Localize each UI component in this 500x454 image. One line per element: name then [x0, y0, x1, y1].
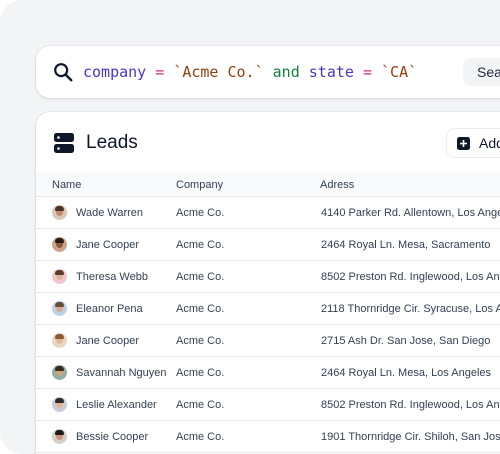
query-string-token: `Acme Co.`: [173, 63, 264, 81]
lead-company: Acme Co.: [176, 303, 225, 315]
page-title: Leads: [86, 132, 138, 153]
search-button[interactable]: Search: [463, 58, 500, 86]
avatar: [52, 429, 67, 444]
lead-address: 8502 Preston Rd. Inglewood, Los Angeles: [321, 399, 500, 411]
table-row[interactable]: Jane Cooper Acme Co. 2715 Ash Dr. San Jose…: [36, 325, 500, 357]
table-row[interactable]: Leslie Alexander Acme Co. 8502 Preston Rd.…: [36, 389, 500, 421]
database-icon: [54, 133, 74, 153]
table-row[interactable]: Wade Warren Acme Co. 4140 Parker Rd. Allen…: [36, 197, 500, 229]
avatar: [52, 333, 67, 348]
avatar-hair: [55, 270, 64, 275]
query-space: [354, 63, 363, 81]
table-row[interactable]: Eleanor Pena Acme Co. 2118 Thornridge Cir.…: [36, 293, 500, 325]
avatar: [52, 237, 67, 252]
lead-name: Leslie Alexander: [76, 399, 157, 411]
lead-address: 1901 Thornridge Cir. Shiloh, San Jose: [321, 431, 500, 443]
lead-address: 2464 Royal Ln. Mesa, Los Angeles: [321, 367, 492, 379]
query-search-bar[interactable]: company = `Acme Co.` and state = `CA` Se…: [36, 46, 500, 98]
add-button-label: Add: [479, 135, 500, 151]
query-field-token: company: [83, 63, 147, 81]
plus-square-icon: [457, 137, 470, 150]
query-input[interactable]: company = `Acme Co.` and state = `CA`: [83, 62, 417, 82]
lead-address: 2715 Ash Dr. San Jose, San Diego: [321, 335, 491, 347]
query-string-token: `CA`: [381, 63, 418, 81]
avatar-hair: [55, 238, 64, 243]
avatar-hair: [55, 334, 64, 339]
query-space: [372, 63, 381, 81]
lead-company: Acme Co.: [176, 239, 225, 251]
query-space: [300, 63, 309, 81]
table-header: Name Company Adress: [36, 172, 500, 197]
avatar-hair: [55, 398, 64, 403]
lead-company: Acme Co.: [176, 431, 225, 443]
lead-name: Eleanor Pena: [76, 303, 143, 315]
table-row[interactable]: Bessie Cooper Acme Co. 1901 Thornridge Cir…: [36, 421, 500, 453]
lead-company: Acme Co.: [176, 335, 225, 347]
lead-name: Jane Cooper: [76, 239, 139, 251]
column-header-company[interactable]: Company: [176, 178, 223, 192]
avatar: [52, 301, 67, 316]
query-operator-token: =: [155, 63, 165, 81]
query-keyword-token: and: [272, 63, 300, 81]
query-space: [146, 63, 155, 81]
query-field-token: state: [308, 63, 354, 81]
avatar: [52, 269, 67, 284]
lead-address: 2118 Thornridge Cir. Syracuse, Los Angel…: [321, 303, 500, 315]
lead-company: Acme Co.: [176, 271, 225, 283]
lead-address: 8502 Preston Rd. Inglewood, Los Angeles: [321, 271, 500, 283]
query-operator-token: =: [362, 63, 372, 81]
lead-address: 2464 Royal Ln. Mesa, Sacramento: [321, 239, 491, 251]
lead-name: Wade Warren: [76, 207, 144, 219]
table-row[interactable]: Savannah Nguyen Acme Co. 2464 Royal Ln. Me…: [36, 357, 500, 389]
leads-header: Leads Add: [36, 112, 500, 172]
table-row[interactable]: Theresa Webb Acme Co. 8502 Preston Rd. Ing…: [36, 261, 500, 293]
column-header-address[interactable]: Adress: [320, 178, 354, 192]
query-space: [164, 63, 173, 81]
query-space: [264, 63, 273, 81]
lead-name: Savannah Nguyen: [76, 367, 167, 379]
avatar: [52, 365, 67, 380]
leads-table-body: Wade Warren Acme Co. 4140 Parker Rd. Allen…: [36, 197, 500, 453]
lead-name: Bessie Cooper: [76, 431, 149, 443]
lead-name: Jane Cooper: [76, 335, 139, 347]
lead-company: Acme Co.: [176, 399, 225, 411]
avatar: [52, 205, 67, 220]
avatar-hair: [55, 366, 64, 371]
column-header-name[interactable]: Name: [52, 178, 81, 192]
add-lead-button[interactable]: Add: [447, 129, 500, 157]
search-icon: [54, 63, 73, 82]
avatar-hair: [55, 302, 64, 307]
lead-name: Theresa Webb: [76, 271, 148, 283]
avatar-hair: [55, 206, 64, 211]
table-row[interactable]: Jane Cooper Acme Co. 2464 Royal Ln. Mesa, …: [36, 229, 500, 261]
lead-company: Acme Co.: [176, 207, 225, 219]
avatar-hair: [55, 430, 64, 435]
lead-company: Acme Co.: [176, 367, 225, 379]
app-frame: company = `Acme Co.` and state = `CA` Se…: [0, 0, 500, 454]
avatar: [52, 397, 67, 412]
lead-address: 4140 Parker Rd. Allentown, Los Angeles: [321, 207, 500, 219]
leads-card: Leads Add Name Company Adress Wade Warre…: [36, 112, 500, 454]
